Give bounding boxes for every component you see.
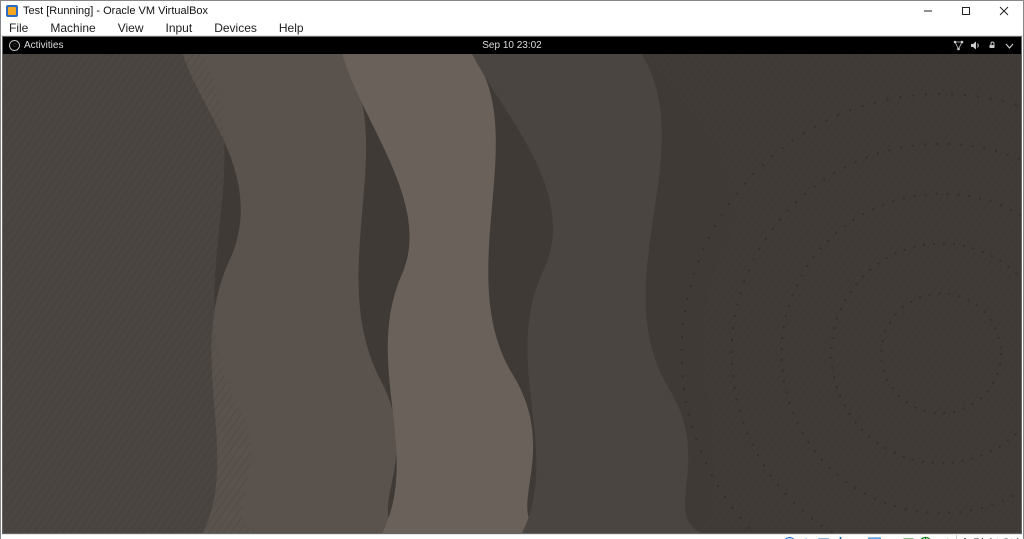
menu-input[interactable]: Input xyxy=(164,21,195,35)
desktop-wallpaper[interactable] xyxy=(3,54,1021,533)
usb-icon[interactable] xyxy=(833,536,848,539)
virtualbox-logo-icon xyxy=(5,4,19,18)
network-adapter-icon[interactable] xyxy=(816,536,831,539)
optical-disk-icon[interactable] xyxy=(782,536,797,539)
chevron-down-icon[interactable] xyxy=(1004,40,1015,51)
host-key-indicator[interactable]: Right Ctrl xyxy=(956,535,1019,539)
accessibility-icon[interactable]: ◌ xyxy=(9,40,20,51)
hard-disk-icon[interactable] xyxy=(765,536,780,539)
shared-folder-icon[interactable] xyxy=(850,536,865,539)
keyboard-icon[interactable] xyxy=(935,536,950,539)
gnome-top-bar: ◌ Activities Sep 10 23:02 xyxy=(3,37,1021,54)
clock[interactable]: Sep 10 23:02 xyxy=(482,40,542,51)
recording-icon[interactable] xyxy=(884,536,899,539)
cpu-icon[interactable] xyxy=(901,536,916,539)
menu-view[interactable]: View xyxy=(116,21,146,35)
window-title: Test [Running] - Oracle VM VirtualBox xyxy=(23,5,208,17)
close-button[interactable] xyxy=(985,1,1023,21)
activities-button[interactable]: Activities xyxy=(24,40,63,51)
volume-icon[interactable] xyxy=(970,40,981,51)
menu-machine[interactable]: Machine xyxy=(48,21,97,35)
display-icon[interactable] xyxy=(867,536,882,539)
vbox-menubar: File Machine View Input Devices Help xyxy=(1,21,1023,36)
audio-icon[interactable] xyxy=(799,536,814,539)
mouse-integration-icon[interactable] xyxy=(918,536,933,539)
vbox-status-bar: Right Ctrl xyxy=(1,534,1023,539)
guest-display[interactable]: ◌ Activities Sep 10 23:02 xyxy=(2,36,1022,534)
host-window: Test [Running] - Oracle VM VirtualBox Fi… xyxy=(0,0,1024,539)
window-titlebar: Test [Running] - Oracle VM VirtualBox xyxy=(1,1,1023,21)
menu-help[interactable]: Help xyxy=(277,21,306,35)
minimize-button[interactable] xyxy=(909,1,947,21)
gnome-system-tray[interactable] xyxy=(953,40,1015,51)
network-icon[interactable] xyxy=(953,40,964,51)
menu-devices[interactable]: Devices xyxy=(212,21,259,35)
window-controls xyxy=(909,1,1023,21)
power-icon[interactable] xyxy=(987,40,998,51)
menu-file[interactable]: File xyxy=(7,21,30,35)
maximize-button[interactable] xyxy=(947,1,985,21)
